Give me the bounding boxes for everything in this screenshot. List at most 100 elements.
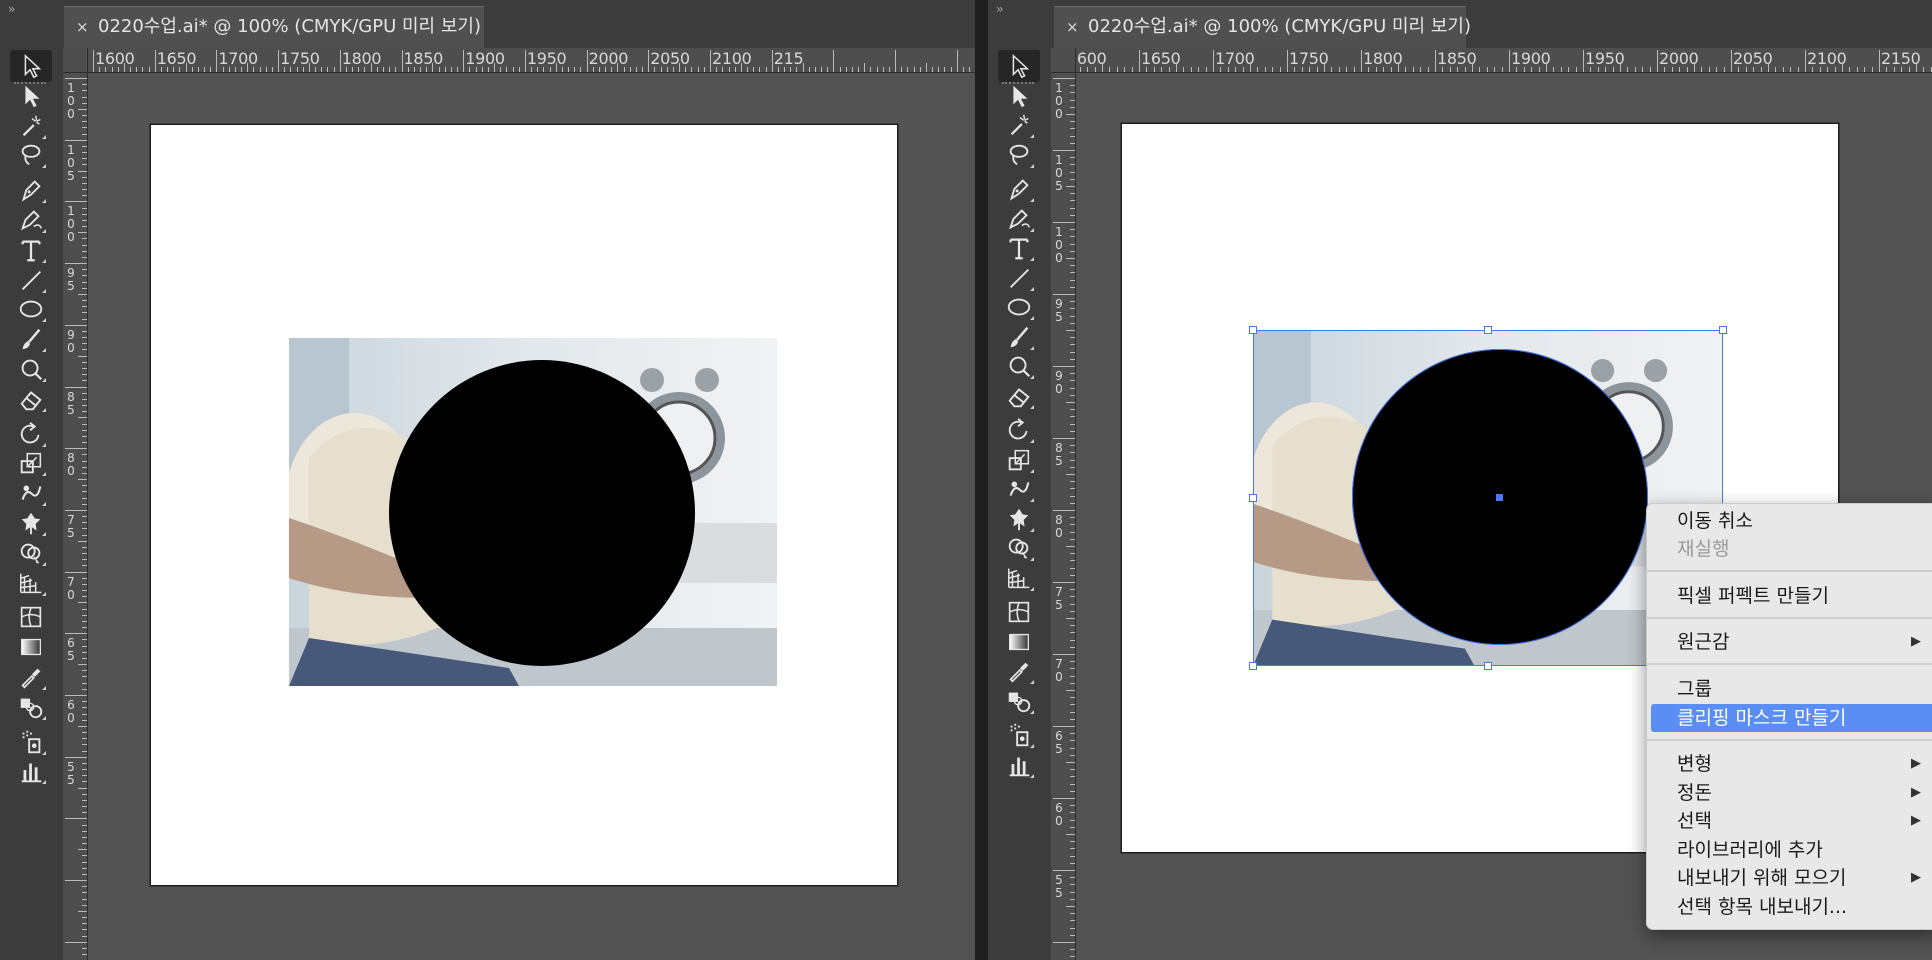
shape-builder-tool[interactable] bbox=[998, 532, 1040, 564]
curvature-tool[interactable] bbox=[998, 203, 1040, 235]
ruler-label: 80 bbox=[1055, 513, 1063, 540]
lasso-tool[interactable] bbox=[998, 139, 1040, 171]
line-segment-tool[interactable] bbox=[10, 264, 52, 296]
magic-wand-tool[interactable] bbox=[10, 110, 52, 142]
type-tool[interactable] bbox=[10, 234, 52, 266]
menu-item-select[interactable]: 선택 ▶ bbox=[1651, 807, 1932, 835]
eyedropper-tool[interactable] bbox=[998, 655, 1040, 687]
warp-tool[interactable] bbox=[998, 473, 1040, 505]
warp-tool[interactable] bbox=[10, 477, 52, 509]
ruler-tick bbox=[142, 67, 144, 72]
ruler-tick bbox=[1070, 416, 1075, 418]
menu-item-label: 원근감 bbox=[1677, 631, 1730, 653]
resize-handle-top-left[interactable] bbox=[1249, 326, 1257, 334]
menu-item-label: 정돈 bbox=[1677, 782, 1712, 804]
vertical-ruler[interactable]: 100 105 100 95 90 85 80 75 70 65 60 55 bbox=[1051, 72, 1076, 960]
column-graph-tool[interactable] bbox=[10, 755, 52, 787]
puppet-warp-tool[interactable] bbox=[998, 503, 1040, 535]
menu-item-add-to-library[interactable]: 라이브러리에 추가 bbox=[1651, 836, 1932, 864]
mesh-tool[interactable] bbox=[10, 601, 52, 633]
ruler-tick bbox=[1070, 409, 1075, 411]
panel-collapse-icon[interactable]: ›› bbox=[996, 2, 1003, 16]
symbol-sprayer-tool[interactable] bbox=[10, 726, 52, 758]
black-circle-shape[interactable] bbox=[389, 360, 695, 666]
resize-handle-middle-left[interactable] bbox=[1249, 494, 1257, 502]
menu-item-perspective[interactable]: 원근감 ▶ bbox=[1651, 628, 1932, 656]
pen-tool[interactable] bbox=[998, 173, 1040, 205]
ruler-tick bbox=[870, 67, 872, 72]
document-tab[interactable]: × 0220수업.ai* @ 100% (CMYK/GPU 미리 보기) bbox=[1054, 6, 1471, 49]
eraser-tool[interactable] bbox=[998, 380, 1040, 412]
rotate-tool[interactable] bbox=[998, 414, 1040, 446]
paintbrush-tool[interactable] bbox=[998, 321, 1040, 353]
perspective-grid-tool[interactable] bbox=[998, 562, 1040, 594]
selection-tool[interactable] bbox=[998, 50, 1040, 82]
direct-selection-tool[interactable] bbox=[10, 80, 52, 112]
gradient-tool[interactable] bbox=[10, 631, 52, 663]
ruler-tick bbox=[845, 67, 847, 72]
menu-item-group[interactable]: 그룹 bbox=[1651, 675, 1932, 703]
magic-wand-tool[interactable] bbox=[998, 109, 1040, 141]
ruler-origin[interactable] bbox=[63, 48, 88, 73]
horizontal-ruler[interactable]: 1600 1650 1700 1750 1800 1850 1900 1950 2000 2050… bbox=[63, 48, 975, 73]
menu-item-transform[interactable]: 변형 ▶ bbox=[1651, 750, 1932, 778]
ellipse-tool[interactable] bbox=[10, 293, 52, 325]
ruler-tick bbox=[82, 343, 87, 345]
horizontal-ruler[interactable]: 1600 1650 1700 1750 1800 1850 1900 1950 2000 2050… bbox=[1051, 48, 1932, 73]
mesh-tool[interactable] bbox=[998, 596, 1040, 628]
ruler-tick bbox=[1066, 330, 1075, 331]
canvas-area[interactable]: 이동 취소 재실행 픽셀 퍼펙트 만들기 원근감 ▶ 그룹 클리핑 마스크 만들기… bbox=[1076, 73, 1932, 960]
pen-tool[interactable] bbox=[10, 174, 52, 206]
menu-item-undo-move[interactable]: 이동 취소 bbox=[1651, 507, 1932, 535]
ellipse-tool[interactable] bbox=[998, 291, 1040, 323]
menu-item-make-clipping-mask[interactable]: 클리핑 마스크 만들기 bbox=[1651, 704, 1932, 732]
menu-item-arrange[interactable]: 정돈 ▶ bbox=[1651, 779, 1932, 807]
shape-builder-tool[interactable] bbox=[10, 537, 52, 569]
resize-handle-top-right[interactable] bbox=[1719, 326, 1727, 334]
tool-group-indicator bbox=[1030, 257, 1034, 261]
blend-tool[interactable] bbox=[998, 685, 1040, 717]
ruler-origin[interactable] bbox=[1051, 48, 1076, 73]
resize-handle-bottom-left[interactable] bbox=[1249, 662, 1257, 670]
perspective-grid-tool[interactable] bbox=[10, 567, 52, 599]
ruler-tick bbox=[1070, 171, 1075, 173]
ruler-tick bbox=[82, 516, 87, 518]
document-tab-title: 0220수업.ai* @ 100% (CMYK/GPU 미리 보기) bbox=[98, 16, 481, 37]
direct-selection-tool[interactable] bbox=[998, 80, 1040, 112]
resize-handle-bottom-center[interactable] bbox=[1484, 662, 1492, 670]
ruler-tick bbox=[703, 67, 705, 72]
selection-tool[interactable] bbox=[10, 50, 52, 82]
artboard[interactable] bbox=[150, 124, 898, 886]
ruler-tick bbox=[876, 67, 878, 72]
eyedropper-tool[interactable] bbox=[10, 661, 52, 693]
resize-handle-top-center[interactable] bbox=[1484, 326, 1492, 334]
paintbrush-tool[interactable] bbox=[10, 323, 52, 355]
scale-tool[interactable] bbox=[998, 444, 1040, 476]
tab-close-icon[interactable]: × bbox=[1066, 7, 1088, 47]
menu-item-redo[interactable]: 재실행 bbox=[1651, 535, 1932, 563]
menu-item-export-selection[interactable]: 선택 항목 내보내기... bbox=[1651, 893, 1932, 921]
blend-tool[interactable] bbox=[10, 691, 52, 723]
menu-item-make-pixel-perfect[interactable]: 픽셀 퍼펙트 만들기 bbox=[1651, 582, 1932, 610]
eraser-tool[interactable] bbox=[10, 383, 52, 415]
canvas-area[interactable] bbox=[88, 73, 975, 960]
puppet-warp-tool[interactable] bbox=[10, 507, 52, 539]
lasso-tool[interactable] bbox=[10, 139, 52, 171]
scale-tool[interactable] bbox=[10, 447, 52, 479]
type-tool[interactable] bbox=[998, 232, 1040, 264]
ruler-tick bbox=[771, 50, 773, 72]
rotate-tool[interactable] bbox=[10, 418, 52, 450]
document-tab[interactable]: × 0220수업.ai* @ 100% (CMYK/GPU 미리 보기) bbox=[64, 6, 484, 49]
menu-item-collect-for-export[interactable]: 내보내기 위해 모으기 ▶ bbox=[1651, 864, 1932, 892]
curvature-tool[interactable] bbox=[10, 204, 52, 236]
shaper-tool[interactable] bbox=[10, 353, 52, 385]
panel-collapse-icon[interactable]: ›› bbox=[8, 2, 15, 16]
symbol-sprayer-tool[interactable] bbox=[998, 719, 1040, 751]
vertical-ruler[interactable]: 100 105 100 95 90 85 80 75 70 65 60 55 bbox=[63, 72, 88, 960]
column-graph-tool[interactable] bbox=[998, 749, 1040, 781]
gradient-tool[interactable] bbox=[998, 626, 1040, 658]
tab-close-icon[interactable]: × bbox=[76, 7, 98, 47]
line-segment-tool[interactable] bbox=[998, 262, 1040, 294]
ruler-label: 85 bbox=[1055, 441, 1063, 468]
shaper-tool[interactable] bbox=[998, 350, 1040, 382]
